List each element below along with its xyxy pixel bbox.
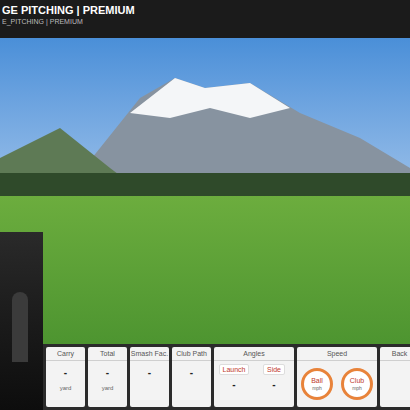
sub-metric-label: Launch [219,364,250,375]
metric-label: Smash Fac. [130,347,169,361]
metric-tile: Smash Fac. - [130,347,169,407]
metric-value: - [106,366,109,380]
metric-tile: Total - yard [88,347,127,407]
sub-metric-value: - [272,378,275,392]
camera-feed [0,232,43,410]
metric-label: Back [380,347,410,361]
metric-label: Angles [214,347,294,361]
sub-metric-label: Side [263,364,285,375]
metric-tile: Angles Launch - Side - [214,347,294,407]
metric-tile: SpeedBallmphClubmph [297,347,377,407]
sub-metric-value: - [232,378,235,392]
metric-unit: yard [60,384,72,392]
metric-value: - [148,366,151,380]
metric-tile: Carry - yard [46,347,85,407]
simulator-screen: GE PITCHING | PREMIUME_PITCHING | PREMIU… [0,0,410,410]
metric-value: - [190,366,193,380]
metrics-panel: Carry-yardTotal-yardSmash Fac.-Club Path… [43,344,410,410]
metric-label: Carry [46,347,85,361]
gauge-unit: mph [312,385,322,392]
sub-metric: Side - [254,361,294,407]
metric-label: Total [88,347,127,361]
mountains-icon [0,58,410,198]
speed-gauge: Clubmph [341,368,373,400]
gauge-unit: mph [352,385,362,392]
player-silhouette [12,292,28,362]
speed-gauge: Ballmph [301,368,333,400]
title: GE PITCHING | PREMIUM [2,3,408,17]
metric-label: Speed [297,347,377,361]
metric-label: Club Path [172,347,211,361]
gauge-label: Ball [311,376,323,385]
title-bar: GE PITCHING | PREMIUME_PITCHING | PREMIU… [0,0,410,38]
course-view: Carry-yardTotal-yardSmash Fac.-Club Path… [0,38,410,410]
metric-tile: Back [380,347,410,407]
metric-tile: Club Path - [172,347,211,407]
subtitle: E_PITCHING | PREMIUM [2,17,408,27]
gauge-label: Club [350,376,364,385]
sub-metric: Launch - [214,361,254,407]
metric-unit: yard [102,384,114,392]
metric-value: - [64,366,67,380]
